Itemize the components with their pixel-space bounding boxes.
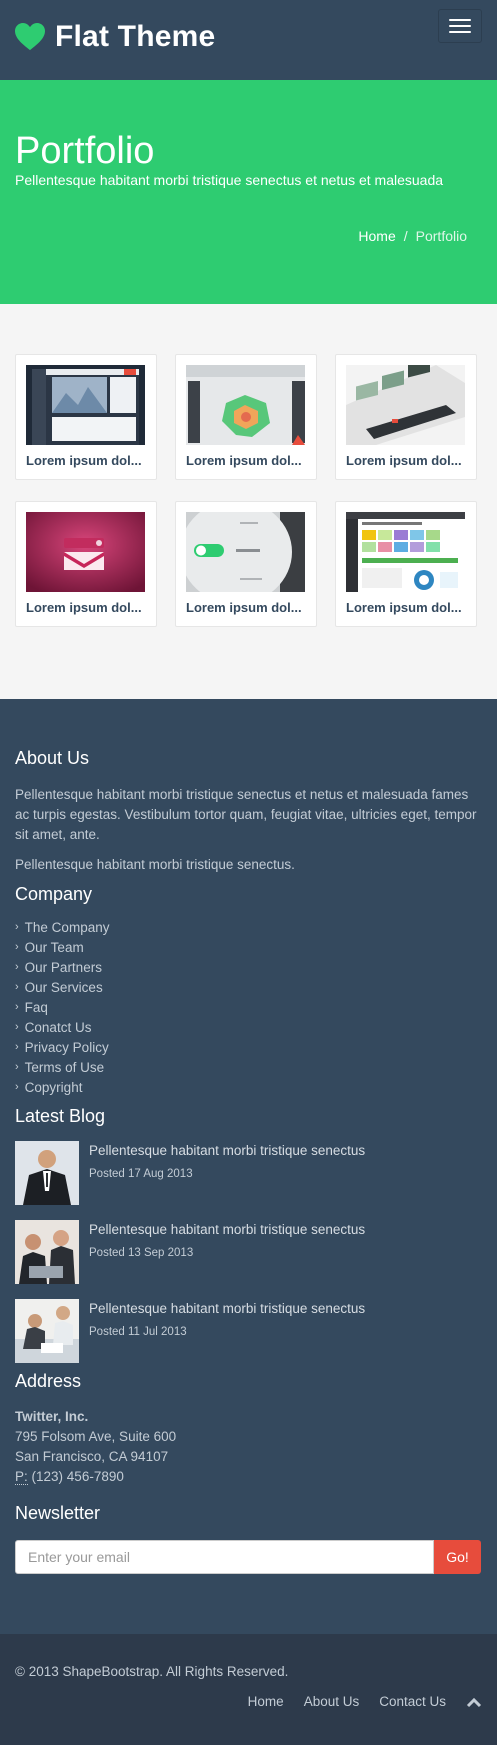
subscribe-button[interactable]: Go! bbox=[434, 1540, 481, 1574]
blog-post[interactable]: Pellentesque habitant morbi tristique se… bbox=[15, 1141, 365, 1205]
address-line: 795 Folsom Ave, Suite 600 bbox=[15, 1429, 177, 1444]
company-link[interactable]: › Our Team bbox=[15, 937, 109, 957]
blog-post-date: Posted 13 Sep 2013 bbox=[89, 1247, 194, 1259]
about-text: Pellentesque habitant morbi tristique se… bbox=[15, 787, 477, 842]
phone-label: P: bbox=[15, 1469, 28, 1485]
portfolio-item[interactable]: Lorem ipsum dol... bbox=[175, 501, 317, 627]
portfolio-caption: Lorem ipsum dol... bbox=[26, 600, 142, 615]
chevron-right-icon: › bbox=[15, 1061, 19, 1073]
chevron-right-icon: › bbox=[15, 961, 19, 973]
portfolio-caption: Lorem ipsum dol... bbox=[186, 600, 302, 615]
menu-toggle-button[interactable] bbox=[438, 9, 482, 43]
newsletter-form: Go! bbox=[15, 1540, 481, 1574]
company-links: › The Company › Our Team › Our Partners › Ou… bbox=[15, 917, 109, 1097]
chevron-right-icon: › bbox=[15, 921, 19, 933]
chevron-right-icon: › bbox=[15, 981, 19, 993]
blog-thumbnail bbox=[15, 1141, 79, 1205]
address-company: Twitter, Inc. bbox=[15, 1409, 89, 1424]
chevron-up-icon[interactable] bbox=[466, 1696, 482, 1708]
blog-post-date: Posted 11 Jul 2013 bbox=[89, 1326, 187, 1338]
brand-name: Flat Theme bbox=[55, 20, 216, 53]
company-link[interactable]: › Faq bbox=[15, 997, 109, 1017]
footer-link-home[interactable]: Home bbox=[248, 1694, 284, 1709]
breadcrumb-home-link[interactable]: Home bbox=[358, 228, 395, 244]
portfolio-thumbnail bbox=[186, 512, 305, 592]
navbar: Flat Theme bbox=[0, 0, 497, 80]
chevron-right-icon: › bbox=[15, 1021, 19, 1033]
footer-nav: Home About Us Contact Us bbox=[248, 1694, 482, 1709]
breadcrumb-separator: / bbox=[403, 228, 408, 244]
portfolio-item[interactable]: Lorem ipsum dol... bbox=[15, 354, 157, 480]
page-subtitle: Pellentesque habitant morbi tristique se… bbox=[15, 172, 444, 188]
hamburger-menu-icon bbox=[449, 19, 471, 21]
company-link[interactable]: › Terms of Use bbox=[15, 1057, 109, 1077]
copyright-text: © 2013 ShapeBootstrap. All Rights Reserv… bbox=[15, 1664, 289, 1679]
company-heading: Company bbox=[15, 884, 93, 904]
portfolio-caption: Lorem ipsum dol... bbox=[26, 453, 142, 468]
blog-post-title[interactable]: Pellentesque habitant morbi tristique se… bbox=[89, 1143, 365, 1158]
chevron-right-icon: › bbox=[15, 1041, 19, 1053]
company-link[interactable]: › The Company bbox=[15, 917, 109, 937]
phone-number: (123) 456-7890 bbox=[31, 1469, 124, 1484]
company-link[interactable]: › Our Services bbox=[15, 977, 109, 997]
breadcrumb-current: Portfolio bbox=[415, 228, 467, 244]
company-link[interactable]: › Conatct Us bbox=[15, 1017, 109, 1037]
about-heading: About Us bbox=[15, 748, 90, 768]
portfolio-thumbnail bbox=[346, 365, 465, 445]
company-link[interactable]: › Our Partners bbox=[15, 957, 109, 977]
company-link[interactable]: › Privacy Policy bbox=[15, 1037, 109, 1057]
heart-icon bbox=[15, 22, 45, 51]
footer-link-about[interactable]: About Us bbox=[304, 1694, 360, 1709]
chevron-right-icon: › bbox=[15, 1081, 19, 1093]
portfolio-item[interactable]: Lorem ipsum dol... bbox=[15, 501, 157, 627]
portfolio-thumbnail bbox=[26, 512, 145, 592]
address-line: San Francisco, CA 94107 bbox=[15, 1449, 169, 1464]
portfolio-thumbnail bbox=[346, 512, 465, 592]
blog-heading: Latest Blog bbox=[15, 1106, 106, 1126]
blog-post[interactable]: Pellentesque habitant morbi tristique se… bbox=[15, 1220, 365, 1284]
chevron-right-icon: › bbox=[15, 941, 19, 953]
company-link[interactable]: › Copyright bbox=[15, 1077, 109, 1097]
portfolio-grid: Lorem ipsum dol... Lorem ipsum dol... Lo… bbox=[0, 304, 497, 699]
portfolio-caption: Lorem ipsum dol... bbox=[346, 453, 462, 468]
portfolio-caption: Lorem ipsum dol... bbox=[346, 600, 462, 615]
breadcrumb: Home / Portfolio bbox=[358, 228, 467, 244]
page-title: Portfolio bbox=[15, 130, 155, 172]
email-input[interactable] bbox=[15, 1540, 434, 1574]
chevron-right-icon: › bbox=[15, 1001, 19, 1013]
about-text-short: Pellentesque habitant morbi tristique se… bbox=[15, 857, 295, 872]
bottom-widgets: About Us Pellentesque habitant morbi tri… bbox=[0, 699, 497, 1634]
address-block: Twitter, Inc. 795 Folsom Ave, Suite 600 … bbox=[15, 1407, 176, 1487]
blog-thumbnail bbox=[15, 1299, 79, 1363]
address-heading: Address bbox=[15, 1371, 82, 1391]
blog-post-date: Posted 17 Aug 2013 bbox=[89, 1168, 193, 1180]
portfolio-item[interactable]: Lorem ipsum dol... bbox=[335, 501, 477, 627]
footer: © 2013 ShapeBootstrap. All Rights Reserv… bbox=[0, 1634, 497, 1745]
portfolio-thumbnail bbox=[26, 365, 145, 445]
portfolio-caption: Lorem ipsum dol... bbox=[186, 453, 302, 468]
newsletter-heading: Newsletter bbox=[15, 1503, 101, 1523]
portfolio-item[interactable]: Lorem ipsum dol... bbox=[335, 354, 477, 480]
brand[interactable]: Flat Theme bbox=[15, 20, 215, 54]
portfolio-thumbnail bbox=[186, 365, 305, 445]
blog-post-title[interactable]: Pellentesque habitant morbi tristique se… bbox=[89, 1301, 365, 1316]
blog-post-title[interactable]: Pellentesque habitant morbi tristique se… bbox=[89, 1222, 365, 1237]
footer-link-contact[interactable]: Contact Us bbox=[379, 1694, 446, 1709]
blog-post[interactable]: Pellentesque habitant morbi tristique se… bbox=[15, 1299, 365, 1363]
page-title-section: Portfolio Pellentesque habitant morbi tr… bbox=[0, 80, 497, 304]
portfolio-item[interactable]: Lorem ipsum dol... bbox=[175, 354, 317, 480]
blog-thumbnail bbox=[15, 1220, 79, 1284]
